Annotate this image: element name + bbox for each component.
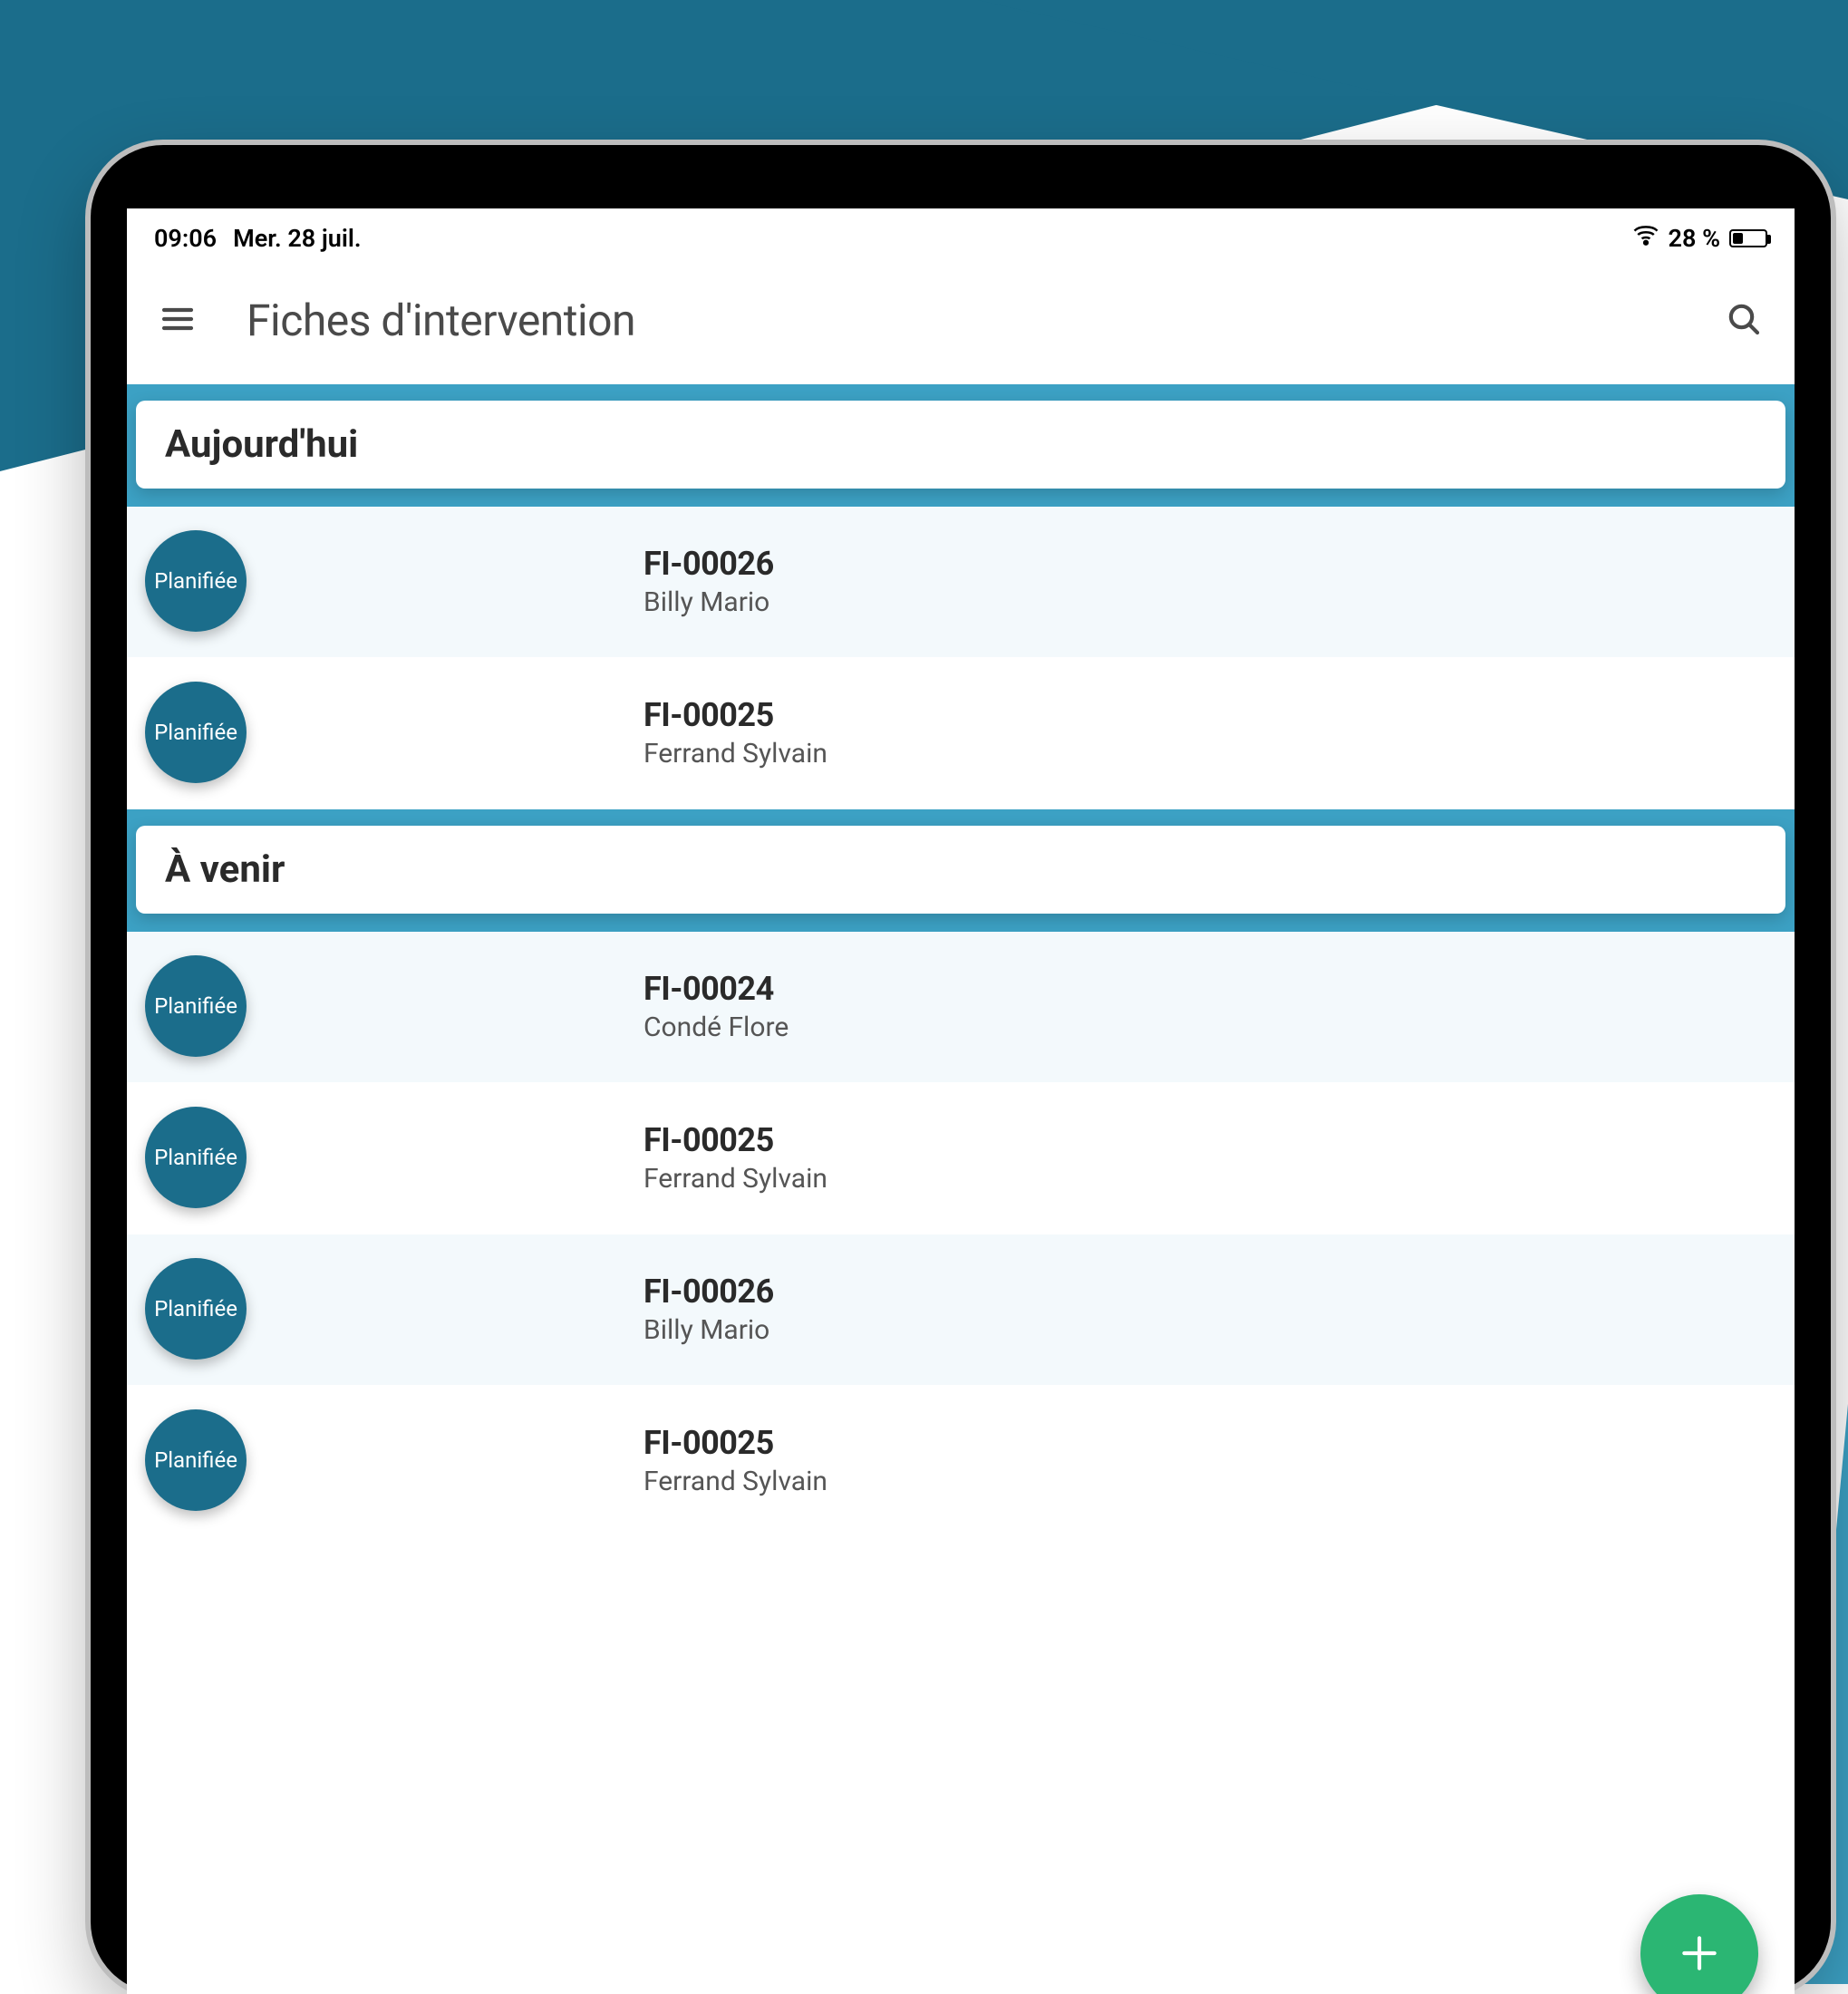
item-id: FI-00025 [643,1424,827,1462]
item-id: FI-00024 [643,970,789,1008]
list-item[interactable]: Planifiée FI-00026 Billy Mario [127,507,1795,658]
status-bar: 09:06 Mer. 28 juil. 28 % [127,208,1795,267]
item-id: FI-00026 [643,545,774,583]
status-badge: Planifiée [145,1107,247,1208]
page-title: Fiches d'intervention [247,295,635,346]
list-item[interactable]: Planifiée FI-00024 Condé Flore [127,932,1795,1083]
list-item[interactable]: Planifiée FI-00025 Ferrand Sylvain [127,1386,1795,1537]
list-upcoming: Planifiée FI-00024 Condé Flore Planifiée… [127,932,1795,1537]
item-name: Ferrand Sylvain [643,738,827,770]
item-id: FI-00025 [643,1121,827,1159]
list-today: Planifiée FI-00026 Billy Mario Planifiée… [127,507,1795,809]
status-badge: Planifiée [145,1409,247,1511]
status-time: 09:06 [154,224,217,253]
status-badge: Planifiée [145,1258,247,1360]
item-id: FI-00026 [643,1273,774,1311]
item-id: FI-00025 [643,696,827,734]
status-badge: Planifiée [145,682,247,783]
tablet-frame: 09:06 Mer. 28 juil. 28 % [91,145,1831,1994]
status-date: Mer. 28 juil. [233,224,362,253]
item-name: Ferrand Sylvain [643,1163,827,1195]
status-badge: Planifiée [145,530,247,632]
section-upcoming: À venir [127,809,1795,932]
section-header-today: Aujourd'hui [136,401,1785,489]
wifi-icon [1632,221,1659,255]
menu-icon[interactable] [160,301,196,341]
list-item[interactable]: Planifiée FI-00025 Ferrand Sylvain [127,658,1795,809]
list-item[interactable]: Planifiée FI-00025 Ferrand Sylvain [127,1083,1795,1234]
section-header-upcoming: À venir [136,826,1785,914]
screen: 09:06 Mer. 28 juil. 28 % [127,208,1795,1994]
item-name: Billy Mario [643,1314,774,1346]
list-item[interactable]: Planifiée FI-00026 Billy Mario [127,1234,1795,1386]
status-badge: Planifiée [145,955,247,1057]
status-battery-text: 28 % [1669,224,1720,253]
app-bar: Fiches d'intervention [127,267,1795,384]
item-name: Condé Flore [643,1012,789,1043]
add-button[interactable] [1640,1894,1758,1994]
section-today: Aujourd'hui [127,384,1795,507]
search-icon[interactable] [1726,301,1762,341]
item-name: Billy Mario [643,586,774,618]
battery-icon [1729,229,1767,247]
item-name: Ferrand Sylvain [643,1466,827,1497]
